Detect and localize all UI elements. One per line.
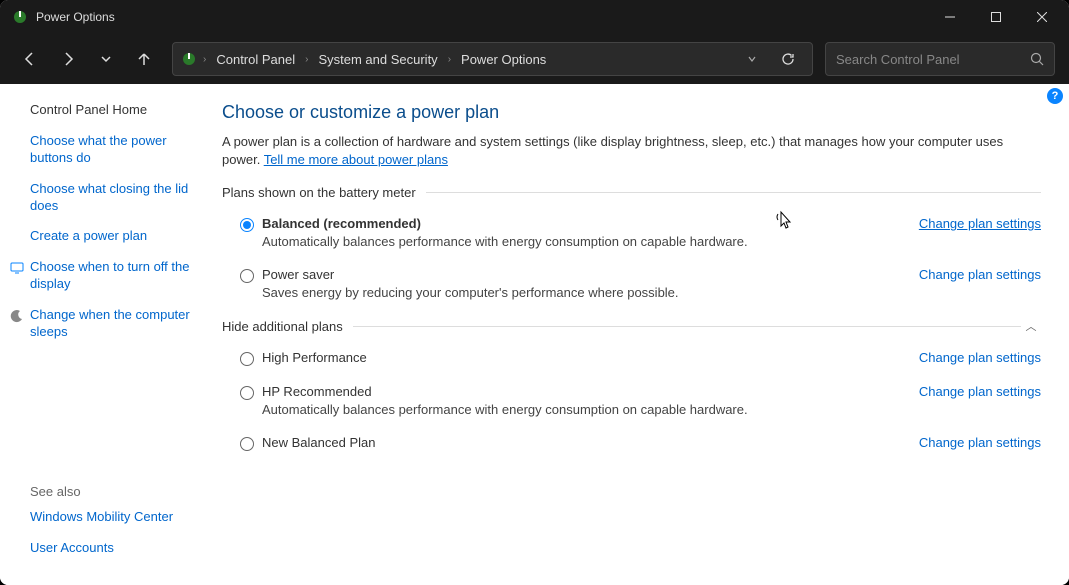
- change-plan-settings-link[interactable]: Change plan settings: [919, 267, 1041, 282]
- chevron-right-icon: ›: [303, 54, 310, 65]
- plan-name[interactable]: HP Recommended: [262, 384, 907, 399]
- power-plan-row: Balanced (recommended) Automatically bala…: [222, 212, 1041, 263]
- power-plan-row: HP Recommended Automatically balances per…: [222, 380, 1041, 431]
- breadcrumb-root[interactable]: Control Panel: [212, 50, 299, 69]
- address-icon: [181, 51, 197, 67]
- plan-radio[interactable]: [240, 352, 254, 366]
- collapse-icon[interactable]: ︿: [1021, 318, 1041, 334]
- see-also-header: See also: [30, 484, 196, 499]
- power-plan-row: Power saver Saves energy by reducing your…: [222, 263, 1041, 314]
- plan-name[interactable]: Balanced (recommended): [262, 216, 907, 231]
- toolbar: › Control Panel › System and Security › …: [0, 34, 1069, 84]
- page-heading: Choose or customize a power plan: [222, 102, 1041, 123]
- sidebar-link[interactable]: Choose what closing the lid does: [30, 181, 196, 215]
- plan-radio[interactable]: [240, 218, 254, 232]
- breadcrumb-page[interactable]: Power Options: [457, 50, 550, 69]
- plan-radio[interactable]: [240, 437, 254, 451]
- main-panel: Choose or customize a power plan A power…: [210, 84, 1069, 585]
- address-dropdown-icon[interactable]: [736, 43, 768, 75]
- control-panel-home-link[interactable]: Control Panel Home: [30, 102, 196, 119]
- divider: [426, 192, 1041, 193]
- change-plan-settings-link[interactable]: Change plan settings: [919, 350, 1041, 365]
- see-also-link[interactable]: Windows Mobility Center: [30, 509, 196, 526]
- search-input[interactable]: [836, 52, 1030, 67]
- change-plan-settings-link[interactable]: Change plan settings: [919, 384, 1041, 399]
- window: Power Options › Control Panel › System a…: [0, 0, 1069, 585]
- plan-description: Saves energy by reducing your computer's…: [262, 285, 907, 300]
- address-bar[interactable]: › Control Panel › System and Security › …: [172, 42, 813, 76]
- refresh-button[interactable]: [772, 43, 804, 75]
- plan-radio[interactable]: [240, 386, 254, 400]
- plan-description: Automatically balances performance with …: [262, 234, 907, 249]
- plan-radio[interactable]: [240, 269, 254, 283]
- sidebar-link[interactable]: Create a power plan: [30, 228, 196, 245]
- chevron-right-icon: ›: [201, 54, 208, 65]
- search-box[interactable]: [825, 42, 1055, 76]
- section-header-additional[interactable]: Hide additional plans ︿: [222, 318, 1041, 334]
- plan-description: Automatically balances performance with …: [262, 402, 907, 417]
- plan-name[interactable]: High Performance: [262, 350, 907, 365]
- content-area: ? Control Panel Home Choose what the pow…: [0, 84, 1069, 585]
- back-button[interactable]: [14, 43, 46, 75]
- section-label: Hide additional plans: [222, 319, 343, 334]
- titlebar: Power Options: [0, 0, 1069, 34]
- sidebar-link[interactable]: Change when the computer sleeps: [30, 307, 196, 341]
- divider: [353, 326, 1021, 327]
- power-plan-row: New Balanced Plan Change plan settings: [222, 431, 1041, 465]
- chevron-right-icon: ›: [446, 54, 453, 65]
- plan-name[interactable]: Power saver: [262, 267, 907, 282]
- change-plan-settings-link[interactable]: Change plan settings: [919, 435, 1041, 450]
- section-label: Plans shown on the battery meter: [222, 185, 416, 200]
- up-button[interactable]: [128, 43, 160, 75]
- maximize-button[interactable]: [973, 0, 1019, 34]
- window-title: Power Options: [36, 10, 927, 24]
- search-icon[interactable]: [1030, 52, 1044, 66]
- section-header-battery: Plans shown on the battery meter: [222, 185, 1041, 200]
- plan-name[interactable]: New Balanced Plan: [262, 435, 907, 450]
- display-icon: [10, 261, 24, 275]
- sidebar: Control Panel Home Choose what the power…: [0, 84, 210, 585]
- app-icon: [12, 9, 28, 25]
- see-also-link[interactable]: User Accounts: [30, 540, 196, 557]
- sidebar-link[interactable]: Choose what the power buttons do: [30, 133, 196, 167]
- forward-button[interactable]: [52, 43, 84, 75]
- recent-button[interactable]: [90, 43, 122, 75]
- intro-text: A power plan is a collection of hardware…: [222, 133, 1041, 169]
- sleep-icon: [10, 309, 24, 323]
- learn-more-link[interactable]: Tell me more about power plans: [264, 152, 448, 167]
- minimize-button[interactable]: [927, 0, 973, 34]
- change-plan-settings-link[interactable]: Change plan settings: [919, 216, 1041, 231]
- close-button[interactable]: [1019, 0, 1065, 34]
- breadcrumb-category[interactable]: System and Security: [314, 50, 441, 69]
- sidebar-link[interactable]: Choose when to turn off the display: [30, 259, 196, 293]
- power-plan-row: High Performance Change plan settings: [222, 346, 1041, 380]
